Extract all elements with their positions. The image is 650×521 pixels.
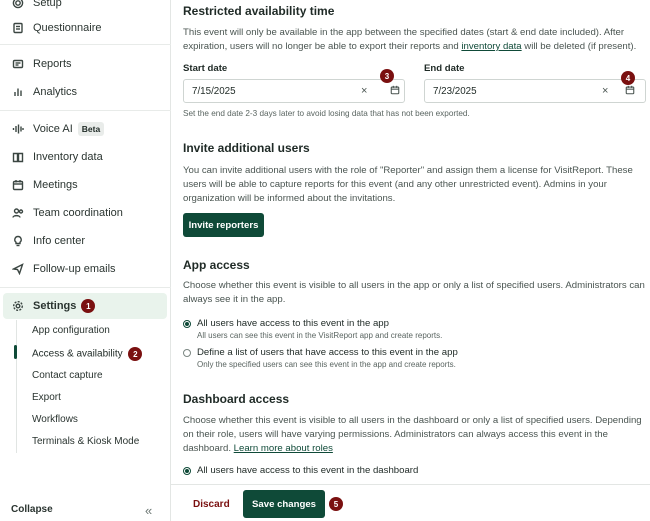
subitem-workflows[interactable]: Workflows	[32, 414, 78, 425]
collapse-icon[interactable]: «	[145, 503, 152, 518]
sidebar-item-questionnaire[interactable]: Questionnaire	[0, 15, 171, 41]
sidebar-item-reports[interactable]: Reports	[0, 51, 171, 77]
report-icon	[11, 57, 25, 71]
submenu-guide-line	[16, 320, 17, 453]
sidebar-divider	[0, 287, 171, 288]
step-badge-2: 2	[128, 347, 143, 361]
subitem-contact-capture[interactable]: Contact capture	[32, 370, 103, 381]
inventory-data-link[interactable]: inventory data	[461, 41, 521, 52]
end-date-hint: Set the end date 2-3 days later to avoid…	[183, 109, 470, 118]
sidebar-divider	[0, 110, 171, 111]
dashboard-access-title: Dashboard access	[183, 392, 290, 406]
calendar-icon[interactable]	[390, 85, 400, 98]
save-changes-button[interactable]: Save changes	[243, 490, 325, 518]
sidebar-item-inventory-data[interactable]: Inventory data	[0, 144, 171, 170]
beta-badge: Beta	[77, 122, 105, 136]
settings-icon	[11, 299, 25, 313]
calendar-icon[interactable]	[625, 85, 635, 98]
sidebar-item-team-coordination[interactable]: Team coordination	[0, 200, 171, 226]
send-icon	[11, 262, 25, 276]
clear-icon[interactable]: ×	[602, 85, 608, 97]
app-access-option-list[interactable]: Define a list of users that have access …	[183, 347, 458, 369]
sidebar-item-analytics[interactable]: Analytics	[0, 79, 171, 105]
sidebar-item-voice-ai[interactable]: Voice AI Beta	[0, 116, 171, 142]
radio-selected[interactable]	[183, 320, 191, 328]
clear-icon[interactable]: ×	[361, 85, 367, 97]
invite-description: You can invite additional users with the…	[183, 165, 633, 205]
sidebar-item-settings[interactable]: Settings 1	[0, 293, 171, 319]
end-date-label: End date	[424, 63, 465, 74]
sidebar: Setup Questionnaire Reports Analytics Vo…	[0, 0, 171, 521]
lightbulb-icon	[11, 234, 25, 248]
sidebar-item-setup[interactable]: Setup	[0, 0, 171, 16]
app-access-title: App access	[183, 258, 250, 272]
waveform-icon	[11, 122, 25, 136]
app-access-description: Choose whether this event is visible to …	[183, 280, 645, 306]
bar-chart-icon	[11, 85, 25, 99]
subitem-app-configuration[interactable]: App configuration	[32, 325, 110, 336]
learn-more-roles-link[interactable]: Learn more about roles	[234, 443, 333, 454]
gear-outline-icon	[11, 0, 25, 10]
subitem-access-availability[interactable]: Access & availability 2	[32, 347, 143, 361]
invite-title: Invite additional users	[183, 141, 310, 155]
main-content: Restricted availability time This event …	[171, 0, 650, 521]
end-date-input[interactable]: 7/23/2025 ×	[424, 79, 646, 103]
book-icon	[11, 150, 25, 164]
availability-title: Restricted availability time	[183, 4, 335, 18]
step-badge-1: 1	[81, 299, 96, 313]
action-footer: Discard Save changes 5	[171, 484, 650, 521]
collapse-label[interactable]: Collapse	[11, 504, 53, 515]
radio-unselected[interactable]	[183, 349, 191, 357]
step-badge-4: 4	[621, 71, 635, 85]
subitem-terminals-kiosk[interactable]: Terminals & Kiosk Mode	[32, 436, 139, 447]
document-icon	[11, 21, 25, 35]
availability-description: This event will only be available in the…	[183, 27, 637, 53]
active-subitem-marker	[14, 345, 17, 359]
start-date-input[interactable]: 7/15/2025 ×	[183, 79, 405, 103]
sidebar-divider	[0, 44, 171, 45]
invite-reporters-button[interactable]: Invite reporters	[183, 213, 264, 237]
team-icon	[11, 206, 25, 220]
app-access-option-all[interactable]: All users have access to this event in t…	[183, 318, 442, 340]
sidebar-item-follow-up-emails[interactable]: Follow-up emails	[0, 256, 171, 282]
step-badge-3: 3	[380, 69, 394, 83]
dashboard-access-option-all[interactable]: All users have access to this event in t…	[183, 465, 418, 476]
dashboard-access-description: Choose whether this event is visible to …	[183, 415, 642, 455]
sidebar-item-info-center[interactable]: Info center	[0, 228, 171, 254]
radio-selected[interactable]	[183, 467, 191, 475]
subitem-export[interactable]: Export	[32, 392, 61, 403]
sidebar-item-meetings[interactable]: Meetings	[0, 172, 171, 198]
calendar-icon	[11, 178, 25, 192]
step-badge-5: 5	[329, 497, 343, 511]
discard-button[interactable]: Discard	[193, 499, 230, 510]
start-date-label: Start date	[183, 63, 228, 74]
